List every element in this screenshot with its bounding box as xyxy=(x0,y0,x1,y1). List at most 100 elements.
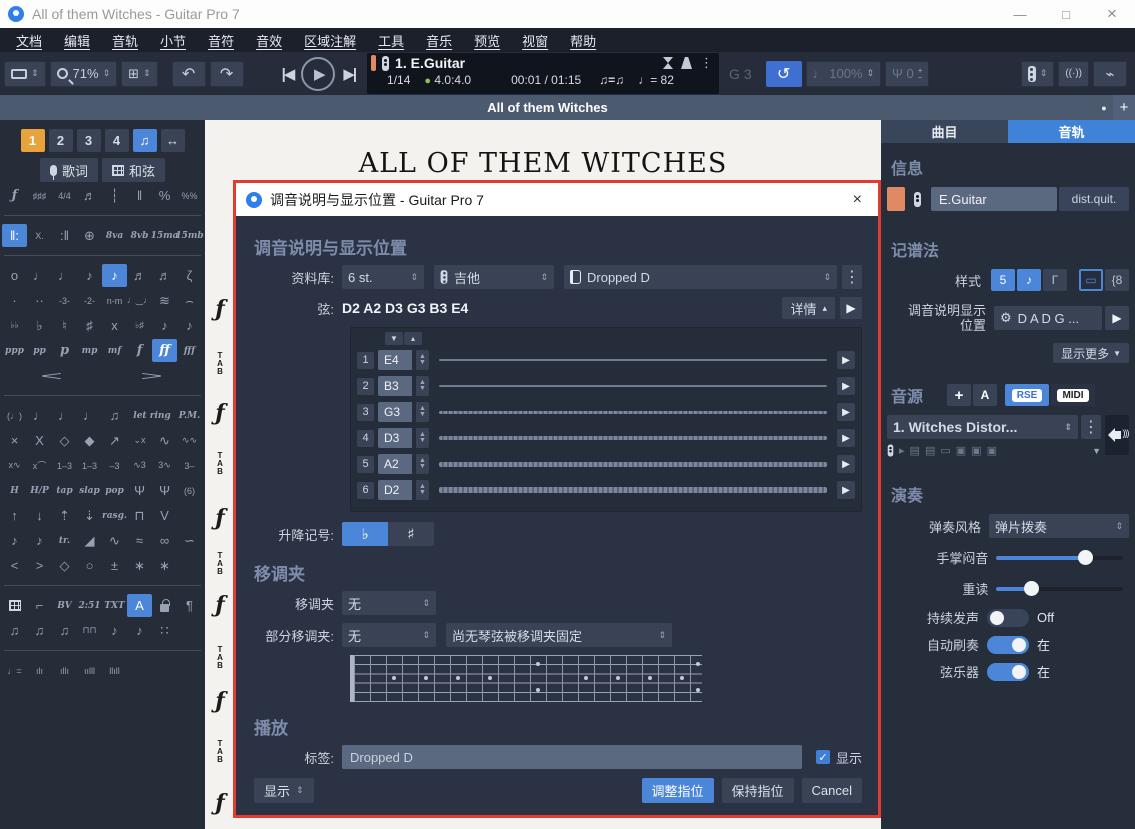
popping-icon[interactable]: pop xyxy=(102,479,127,502)
sustain-toggle[interactable] xyxy=(987,609,1029,627)
footer-show-select[interactable]: 显示⇕ xyxy=(254,778,314,803)
auto-sound-button[interactable]: A xyxy=(973,384,997,406)
standard-style-icon[interactable]: ♪ xyxy=(1017,269,1041,291)
track-info-panel[interactable]: 1. E.Guitar ⋮ 1/14 ● 4.0:4.0 00:01 / 01:… xyxy=(367,53,719,94)
voice-1-button[interactable]: 1 xyxy=(21,129,45,152)
artificial-harmonic-icon[interactable]: ○ xyxy=(77,554,102,577)
right-hand-mute-icon[interactable]: Ψ xyxy=(152,479,177,502)
rse-button[interactable]: RSE xyxy=(1005,384,1049,406)
tuning-label-input[interactable]: Dropped D xyxy=(342,745,802,769)
dialog-close-button[interactable]: × xyxy=(847,191,868,209)
dyn-p-icon[interactable]: p xyxy=(52,339,77,362)
voice-3-button[interactable]: 3 xyxy=(77,129,101,152)
dyn-pp-icon[interactable]: pp xyxy=(27,339,52,362)
sharp-button[interactable]: ♯ xyxy=(388,522,434,546)
new-tab-button[interactable]: + xyxy=(1113,95,1135,120)
let-ring-icon[interactable]: let ring xyxy=(127,404,177,427)
string-note-stepper[interactable]: ▲▼ xyxy=(416,376,429,396)
dive-icon[interactable]: ⌄x xyxy=(127,429,152,452)
pickstroke-alt-icon[interactable]: ± xyxy=(102,554,127,577)
document-tab[interactable]: All of them Witches xyxy=(0,100,1095,115)
palm-mute-icon[interactable]: P.M. xyxy=(177,404,202,427)
ottava-alta-icon[interactable]: 8va xyxy=(102,224,127,247)
cancel-button[interactable]: Cancel xyxy=(802,778,862,803)
slapping-icon[interactable]: slap xyxy=(77,479,102,502)
loop-button[interactable]: ↺ xyxy=(766,61,802,87)
tuning-preset-select[interactable]: Dropped D⇕ xyxy=(564,265,837,289)
natural-icon[interactable]: ♮ xyxy=(52,314,77,337)
mordent-icon[interactable]: ∿ xyxy=(102,529,127,552)
string-note-stepper[interactable]: ▲▼ xyxy=(416,350,429,370)
menu-item-9[interactable]: 预览 xyxy=(464,29,510,52)
time-signature-icon[interactable]: 4/4 xyxy=(52,184,77,207)
wide-vibrato-icon[interactable]: ∿∿ xyxy=(177,429,202,452)
signal-chain[interactable]: ▸ ▤ ▤ ▭ ▣ ▣ ▣ ▼ xyxy=(887,443,1101,458)
eighth-note-selected-icon[interactable]: ♪ xyxy=(102,264,127,287)
chords-button[interactable]: 和弦 xyxy=(102,158,165,182)
fingering-6-icon[interactable]: (6) xyxy=(177,479,202,502)
tab-track[interactable]: 音轨 xyxy=(1008,120,1135,143)
menu-item-2[interactable]: 音轨 xyxy=(102,29,148,52)
barre-vibrato-icon[interactable]: BV xyxy=(52,594,77,617)
quindicesima-bassa-icon[interactable]: 15mb xyxy=(177,224,202,247)
multivoice-view-button[interactable]: ♫ xyxy=(133,129,157,152)
hammer-pull-icon[interactable]: H/P xyxy=(27,479,52,502)
double-simile-mark-icon[interactable]: %% xyxy=(177,184,202,207)
dip-icon[interactable]: x⌒ xyxy=(27,454,52,477)
volume-automation-4-icon[interactable]: llıll xyxy=(102,659,127,682)
display-mode-button[interactable]: ⊞⇕ xyxy=(121,61,157,87)
fermata-icon[interactable]: ⌢ xyxy=(177,289,202,312)
downstroke-icon[interactable]: ↓ xyxy=(27,504,52,527)
instrument-select[interactable]: 吉他⇕ xyxy=(434,265,554,289)
expand-view-button[interactable]: ↔ xyxy=(161,129,185,152)
tuning-position-button[interactable]: ⚙ D A D G ... xyxy=(994,306,1102,330)
play-button[interactable]: ▶ xyxy=(301,57,335,91)
palm-mute-slider[interactable] xyxy=(996,556,1123,560)
lock-icon[interactable] xyxy=(152,594,177,617)
show-more-button[interactable]: 显示更多▼ xyxy=(1053,343,1129,363)
dead-note-icon[interactable]: × xyxy=(2,429,27,452)
string-note-value[interactable]: E4 xyxy=(378,350,412,370)
minimize-button[interactable]: — xyxy=(997,0,1043,28)
volume-automation-3-icon[interactable]: ıılll xyxy=(77,659,102,682)
show-checkbox[interactable]: ✓ xyxy=(816,750,830,764)
next-button[interactable]: ▶| xyxy=(343,65,355,83)
double-dotted-note-icon[interactable]: ·· xyxy=(27,289,52,312)
tremolo-picking-icon[interactable]: ◢ xyxy=(77,529,102,552)
arpeggio-down-icon[interactable]: ⇣ xyxy=(77,504,102,527)
adjust-fingering-button[interactable]: 调整指位 xyxy=(642,778,714,803)
lyrics-button[interactable]: 歌词 xyxy=(40,158,98,182)
double-bar-icon[interactable]: ‖ xyxy=(127,184,152,207)
string-play-button[interactable]: ▶ xyxy=(837,403,855,421)
volume-automation-2-icon[interactable]: ıllı xyxy=(52,659,77,682)
sixteenth-note-icon[interactable]: ♬ xyxy=(127,264,152,287)
custom-tuplet-icon[interactable]: n-m xyxy=(102,289,127,312)
soundbank-kebab[interactable]: ⋮ xyxy=(1081,415,1101,439)
accent-slider[interactable] xyxy=(996,587,1123,591)
track-mute-button[interactable] xyxy=(1105,415,1129,455)
grace-note-on-beat-icon[interactable]: ♪ xyxy=(177,314,202,337)
menu-item-5[interactable]: 音效 xyxy=(246,29,292,52)
slide-out-up-icon[interactable]: 3– xyxy=(177,454,202,477)
tuning-play-button[interactable]: ▶ xyxy=(1105,306,1129,330)
dotted-note-icon[interactable]: · xyxy=(2,289,27,312)
flat-icon[interactable]: ♭ xyxy=(27,314,52,337)
close-button[interactable]: × xyxy=(1089,0,1135,28)
multivoice-layout-icon[interactable]: {8 xyxy=(1105,269,1129,291)
flat-sharp-icon[interactable]: ♭♯ xyxy=(127,314,152,337)
slide-out-down-icon[interactable]: 3∿ xyxy=(152,454,177,477)
menu-item-10[interactable]: 视窗 xyxy=(512,29,558,52)
string-move-down-button[interactable]: ▼ xyxy=(385,332,403,345)
strings-toggle[interactable] xyxy=(987,663,1029,681)
dyn-mp-icon[interactable]: mp xyxy=(77,339,102,362)
heavy-accent-icon[interactable]: ♩ xyxy=(52,404,77,427)
menu-item-8[interactable]: 音乐 xyxy=(416,29,462,52)
gruppetto-icon[interactable]: ∽ xyxy=(177,529,202,552)
strings-play-all-button[interactable]: ▶ xyxy=(840,297,862,319)
simile-mark-icon[interactable]: % xyxy=(152,184,177,207)
double-sharp-icon[interactable]: x xyxy=(102,314,127,337)
track-color-swatch[interactable] xyxy=(887,187,905,211)
pick-down-icon[interactable]: ⊓ xyxy=(127,504,152,527)
capo-select[interactable]: 无⇕ xyxy=(342,591,436,615)
pinch-harmonic-icon[interactable]: ◆ xyxy=(77,429,102,452)
